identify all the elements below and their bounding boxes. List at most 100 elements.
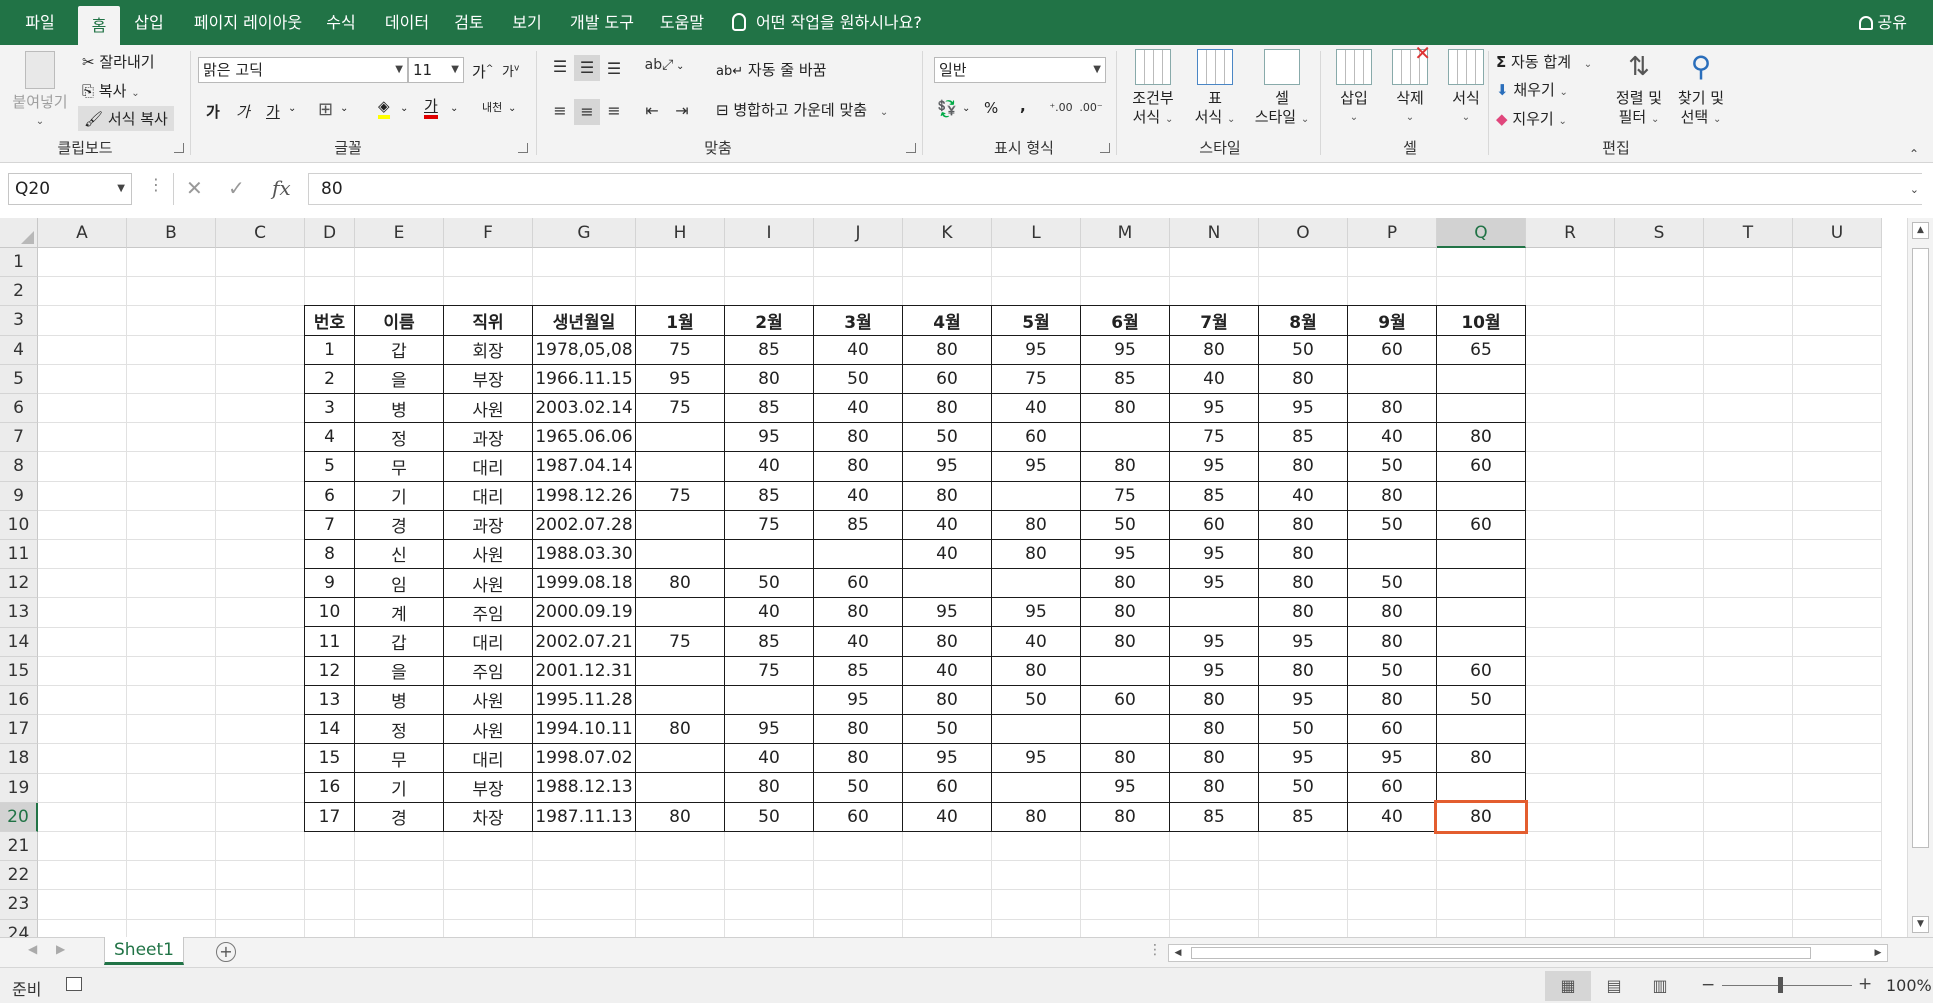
table-cell[interactable]: 40	[724, 743, 814, 774]
align-center-icon[interactable]: ≡	[574, 99, 600, 125]
column-header[interactable]: T	[1704, 218, 1793, 248]
table-cell[interactable]: 50	[1258, 334, 1348, 365]
clipboard-launcher-icon[interactable]	[174, 143, 184, 153]
tab-file[interactable]: 파일	[16, 0, 64, 45]
table-cell[interactable]: 80	[991, 801, 1081, 832]
table-cell[interactable]	[1080, 714, 1170, 745]
align-top-icon[interactable]: ☰	[548, 57, 572, 76]
row-header[interactable]: 13	[0, 598, 38, 628]
table-cell[interactable]	[991, 714, 1081, 745]
table-cell[interactable]: 80	[813, 743, 903, 774]
table-header-cell[interactable]: 1월	[635, 305, 725, 336]
splitter-handle-icon[interactable]: ⋮	[148, 175, 164, 194]
table-cell[interactable]: 75	[635, 626, 725, 657]
table-cell[interactable]: 40	[724, 597, 814, 628]
horizontal-scrollbar[interactable]: ◀ ▶	[1168, 944, 1888, 962]
table-cell[interactable]: 80	[1169, 334, 1259, 365]
table-cell[interactable]: 1987.11.13	[532, 801, 636, 832]
table-cell[interactable]: 40	[1347, 422, 1437, 453]
table-cell[interactable]: 과장	[443, 509, 533, 540]
underline-dropdown[interactable]: ⌄	[288, 103, 296, 114]
table-cell[interactable]: 60	[1080, 684, 1170, 716]
table-cell[interactable]	[635, 597, 725, 628]
table-cell[interactable]	[902, 568, 992, 599]
phonetic-guide-button[interactable]: 내천	[482, 99, 502, 115]
table-cell[interactable]: 95	[724, 422, 814, 453]
table-cell[interactable]: 8	[304, 538, 355, 570]
table-cell[interactable]: 40	[991, 626, 1081, 657]
comma-style-button[interactable]: ,	[1020, 97, 1026, 115]
format-as-table-button[interactable]: 표 서식 ⌄	[1184, 49, 1246, 129]
align-bottom-icon[interactable]: ☰	[602, 59, 626, 78]
row-header[interactable]: 11	[0, 540, 38, 570]
number-format-box[interactable]: 일반 ▼	[934, 57, 1106, 83]
table-cell[interactable]: 75	[724, 655, 814, 686]
table-cell[interactable]: 85	[1258, 801, 1348, 832]
table-cell[interactable]: 사원	[443, 392, 533, 424]
table-header-cell[interactable]: 7월	[1169, 305, 1259, 336]
table-cell[interactable]: 80	[724, 363, 814, 394]
table-cell[interactable]: 병	[354, 392, 444, 424]
table-cell[interactable]: 95	[813, 684, 903, 716]
table-cell[interactable]: 85	[813, 509, 903, 540]
table-cell[interactable]: 60	[1347, 714, 1437, 745]
column-header[interactable]: F	[444, 218, 533, 248]
row-header[interactable]: 3	[0, 306, 38, 336]
table-cell[interactable]: 40	[1347, 801, 1437, 832]
column-header[interactable]: R	[1526, 218, 1615, 248]
table-cell[interactable]: 6	[304, 480, 355, 511]
cut-button[interactable]: ✂ 잘라내기	[82, 51, 155, 72]
table-cell[interactable]: 80	[724, 772, 814, 803]
table-cell[interactable]: 사원	[443, 538, 533, 570]
table-cell[interactable]: 신	[354, 538, 444, 570]
table-cell[interactable]: 부장	[443, 363, 533, 394]
table-cell[interactable]	[1080, 655, 1170, 686]
table-header-cell[interactable]: 5월	[991, 305, 1081, 336]
row-header[interactable]: 12	[0, 569, 38, 599]
prev-sheet-icon[interactable]: ◀	[28, 942, 37, 956]
table-cell[interactable]: 50	[1347, 568, 1437, 599]
table-cell[interactable]: 40	[902, 538, 992, 570]
table-cell[interactable]: 80	[1258, 451, 1348, 482]
table-cell[interactable]: 80	[902, 684, 992, 716]
row-header[interactable]: 19	[0, 773, 38, 803]
table-header-cell[interactable]: 직위	[443, 305, 533, 336]
number-launcher-icon[interactable]	[1100, 143, 1110, 153]
table-cell[interactable]: 무	[354, 451, 444, 482]
macro-record-icon[interactable]	[66, 977, 82, 991]
column-header[interactable]: Q	[1437, 218, 1526, 248]
table-cell[interactable]: 경	[354, 801, 444, 832]
font-launcher-icon[interactable]	[518, 143, 528, 153]
row-header[interactable]: 6	[0, 394, 38, 424]
table-cell[interactable]	[1169, 597, 1259, 628]
table-cell[interactable]: 80	[991, 655, 1081, 686]
merge-center-button[interactable]: ⊟ 병합하고 가운데 맞춤 ⌄	[716, 99, 888, 120]
table-cell[interactable]: 50	[902, 422, 992, 453]
table-cell[interactable]: 80	[1258, 655, 1348, 686]
column-header[interactable]: C	[216, 218, 305, 248]
table-cell[interactable]: 80	[1347, 480, 1437, 511]
table-header-cell[interactable]: 6월	[1080, 305, 1170, 336]
table-cell[interactable]: 50	[1080, 509, 1170, 540]
zoom-out-button[interactable]: −	[1701, 975, 1715, 995]
tab-page-layout[interactable]: 페이지 레이아웃	[182, 0, 314, 45]
row-header[interactable]: 4	[0, 335, 38, 365]
table-header-cell[interactable]: 10월	[1436, 305, 1526, 336]
table-cell[interactable]: 대리	[443, 451, 533, 482]
table-cell[interactable]: 95	[902, 451, 992, 482]
table-cell[interactable]: 80	[1080, 392, 1170, 424]
decrease-indent-icon[interactable]: ⇤	[640, 101, 664, 120]
table-cell[interactable]: 주임	[443, 655, 533, 686]
table-cell[interactable]: 80	[1436, 422, 1526, 453]
table-cell[interactable]: 80	[1169, 714, 1259, 745]
paste-button[interactable]: 붙여넣기 ⌄	[10, 51, 70, 131]
table-cell[interactable]	[813, 538, 903, 570]
table-cell[interactable]: 95	[1169, 451, 1259, 482]
underline-button[interactable]: 가	[266, 101, 280, 122]
table-header-cell[interactable]: 2월	[724, 305, 814, 336]
table-cell[interactable]	[1436, 714, 1526, 745]
zoom-slider-track[interactable]	[1722, 985, 1852, 986]
align-left-icon[interactable]: ≡	[548, 101, 572, 120]
table-cell[interactable]: 대리	[443, 743, 533, 774]
insert-cells-button[interactable]: 삽입 ⌄	[1328, 49, 1380, 127]
